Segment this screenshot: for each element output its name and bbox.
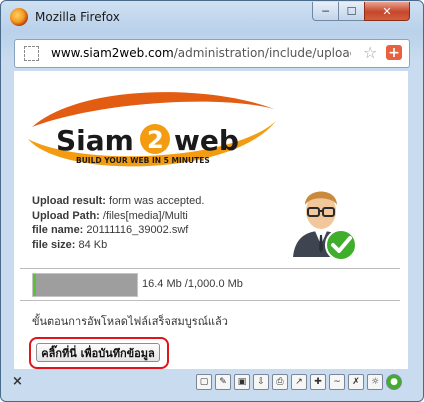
status-icon[interactable]: ● xyxy=(386,374,402,390)
download-icon[interactable]: ⇩ xyxy=(253,374,269,390)
addon-plus-icon[interactable]: + xyxy=(386,45,402,60)
divider xyxy=(20,268,400,269)
screenshot-icon[interactable]: ▣ xyxy=(234,374,250,390)
web-icon[interactable]: ~ xyxy=(329,374,345,390)
upload-result-line: Upload result: form was accepted. xyxy=(32,194,204,209)
upload-info: Upload result: form was accepted. Upload… xyxy=(32,194,204,252)
logo-text-left: Siam xyxy=(56,124,134,157)
close-button[interactable]: ✕ xyxy=(364,2,410,21)
minimize-button[interactable]: ─ xyxy=(312,2,339,21)
save-button-highlight: คลิ๊กที่นี่ เพื่อบันทึกข้อมูล xyxy=(29,337,169,369)
address-bar[interactable]: www.siam2web.com/administration/include/… xyxy=(14,39,410,68)
url-path: /administration/include/uploadfile.a xyxy=(173,46,351,60)
title-bar[interactable]: Mozilla Firefox ─ ☐ ✕ xyxy=(1,1,423,33)
file-size-line: file size: 84 Kb xyxy=(32,238,204,253)
browser-window: Mozilla Firefox ─ ☐ ✕ www.siam2web.com/a… xyxy=(0,0,424,402)
status-bar: × ▢ ✎ ▣ ⇩ ⎙ ↗ ✚ ~ ✗ ☼ ● xyxy=(11,372,411,394)
close-statusbar-icon[interactable]: × xyxy=(12,374,23,389)
page-icon[interactable]: ▢ xyxy=(196,374,212,390)
page-content: Siam 2 web BUILD YOUR WEB IN 5 MINUTES U… xyxy=(14,71,408,369)
quota-text: 16.4 Mb /1,000.0 Mb xyxy=(142,278,243,290)
siam2web-logo: Siam 2 web BUILD YOUR WEB IN 5 MINUTES xyxy=(28,92,276,167)
upload-path-value: /files[media]/Multi xyxy=(99,209,188,222)
maximize-button[interactable]: ☐ xyxy=(338,2,365,21)
url-text[interactable]: www.siam2web.com/administration/include/… xyxy=(51,46,351,60)
logo-digit: 2 xyxy=(147,126,164,154)
quota-progress-bar xyxy=(32,273,138,297)
window-title: Mozilla Firefox xyxy=(35,10,120,24)
link-icon[interactable]: ↗ xyxy=(291,374,307,390)
firefox-icon xyxy=(10,8,28,26)
divider xyxy=(20,300,400,301)
user-success-icon xyxy=(293,191,357,261)
upload-path-line: Upload Path: /files[media]/Multi xyxy=(32,209,204,224)
tools-icon[interactable]: ✗ xyxy=(348,374,364,390)
file-size-label: file size: xyxy=(32,238,76,251)
bookmark-star-icon[interactable]: ☆ xyxy=(363,43,377,62)
upload-path-label: Upload Path: xyxy=(32,209,100,222)
addon-icon[interactable]: ✚ xyxy=(310,374,326,390)
file-name-label: file name: xyxy=(32,224,84,236)
site-identity-icon[interactable] xyxy=(24,46,39,61)
upload-result-label: Upload result: xyxy=(32,195,106,207)
logo-text-right: web xyxy=(174,124,239,157)
url-host: www.siam2web.com xyxy=(51,46,174,60)
file-size-value: 84 Kb xyxy=(75,238,108,251)
upload-result-value: form was accepted. xyxy=(105,195,205,207)
pen-icon[interactable]: ✎ xyxy=(215,374,231,390)
logo-tagline: BUILD YOUR WEB IN 5 MINUTES xyxy=(76,156,210,165)
quota-progress-fill xyxy=(33,274,137,296)
save-button[interactable]: คลิ๊กที่นี่ เพื่อบันทึกข้อมูล xyxy=(36,343,160,362)
file-name-line: file name: 20111116_39002.swf xyxy=(32,223,204,238)
settings-icon[interactable]: ☼ xyxy=(367,374,383,390)
print-icon[interactable]: ⎙ xyxy=(272,374,288,390)
upload-complete-message: ขั้นตอนการอัพโหลดไฟล์เสร็จสมบูรณ์แล้ว xyxy=(32,315,228,328)
file-name-value: 20111116_39002.swf xyxy=(83,224,189,236)
